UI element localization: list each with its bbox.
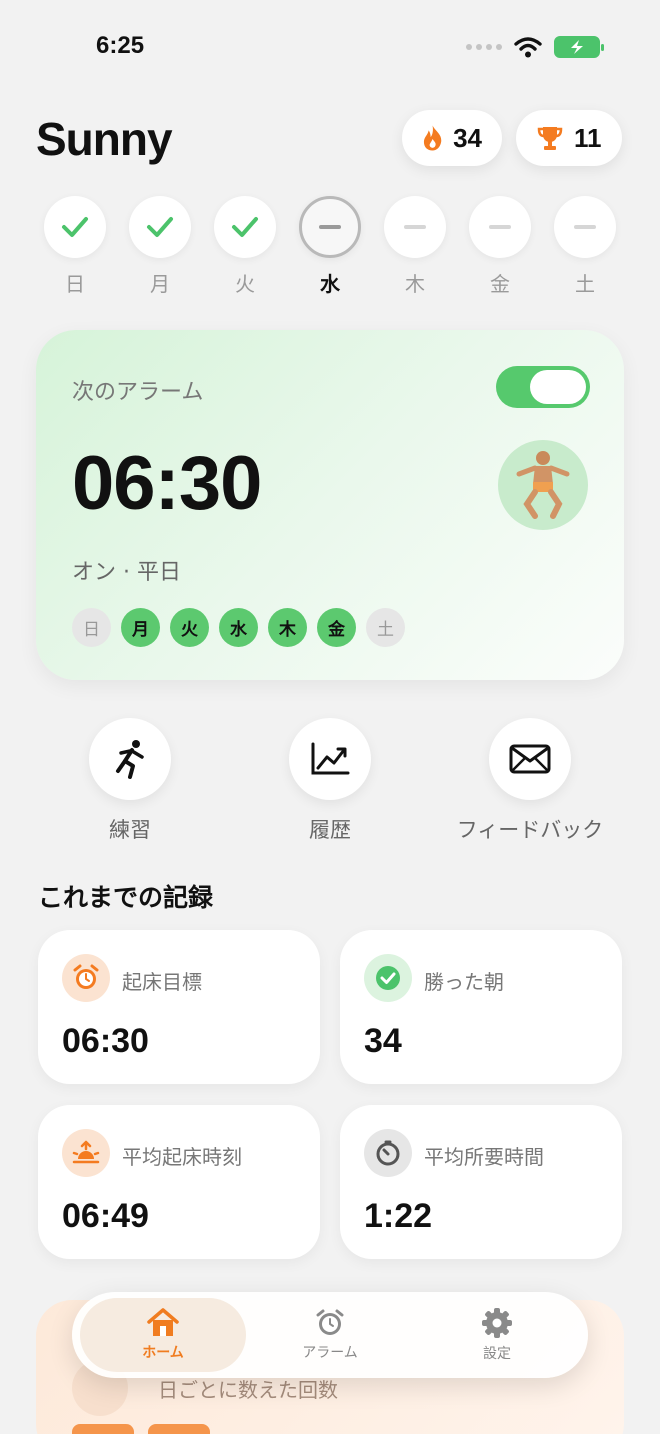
sunrise-icon [62, 1129, 110, 1177]
envelope-icon [509, 744, 551, 774]
history-label: 履歴 [309, 818, 351, 842]
check-icon [232, 217, 258, 237]
trophy-icon [537, 127, 563, 150]
alarm-clock-icon [62, 954, 110, 1002]
stat-value: 1:22 [364, 1197, 433, 1235]
alarm-day-wed: 水 [219, 608, 258, 647]
alarm-day-tue: 火 [170, 608, 209, 647]
week-day-fri[interactable]: 金 [469, 196, 531, 297]
day-label: 木 [405, 272, 425, 296]
wifi-icon [514, 37, 542, 58]
status-time: 6:25 [96, 32, 145, 59]
tab-settings[interactable]: 設定 [414, 1298, 580, 1372]
home-icon [147, 1308, 179, 1336]
battery-icon [554, 36, 604, 58]
tab-label: ホーム [142, 1345, 184, 1361]
day-label: 土 [575, 272, 595, 296]
stat-avg-duration: 平均所要時間 1:22 [340, 1105, 622, 1259]
day-label: 月 [150, 272, 170, 296]
history-button[interactable]: 履歴 [240, 718, 420, 844]
day-status [299, 196, 361, 258]
tab-home[interactable]: ホーム [80, 1298, 246, 1372]
stat-wins: 勝った朝 34 [340, 930, 622, 1084]
alarm-day-thu: 木 [268, 608, 307, 647]
dash-icon [404, 225, 426, 229]
stat-value: 06:49 [62, 1197, 149, 1235]
streak-badge[interactable]: 34 [402, 110, 502, 166]
alarm-day-mon: 月 [121, 608, 160, 647]
day-label: 日 [65, 272, 85, 296]
filter-chip[interactable] [148, 1424, 210, 1434]
squat-figure-icon [516, 451, 570, 519]
day-status [384, 196, 446, 258]
alarm-schedule: オン · 平日 [72, 560, 181, 585]
alarm-day-sun: 日 [72, 608, 111, 647]
week-day-sat[interactable]: 土 [554, 196, 616, 297]
running-icon [116, 740, 144, 779]
alarm-time: 06:30 [72, 441, 262, 526]
week-progress: 日 月 火 水 木 金 土 [44, 196, 616, 297]
alarm-toggle[interactable] [496, 366, 590, 408]
day-status [214, 196, 276, 258]
stat-value: 06:30 [62, 1022, 149, 1060]
check-circle-icon [364, 954, 412, 1002]
alarm-clock-icon [316, 1309, 344, 1335]
alarm-day-sat: 土 [366, 608, 405, 647]
check-icon [62, 217, 88, 237]
history-circle [289, 718, 371, 800]
filter-chip[interactable] [72, 1424, 134, 1434]
chart-trend-icon [311, 742, 350, 775]
stat-label: 平均所要時間 [424, 1145, 544, 1169]
tab-label: 設定 [483, 1346, 511, 1362]
dash-icon [489, 225, 511, 229]
week-day-tue[interactable]: 火 [214, 196, 276, 297]
status-icons [466, 36, 604, 58]
stat-avg-wake: 平均起床時刻 06:49 [38, 1105, 320, 1259]
gear-icon [482, 1308, 512, 1338]
signal-icon [466, 44, 502, 50]
practice-button[interactable]: 練習 [40, 718, 220, 844]
alarm-days: 日 月 火 水 木 金 土 [72, 608, 405, 647]
day-status [469, 196, 531, 258]
tab-label: アラーム [302, 1345, 358, 1361]
stat-wake-target: 起床目標 06:30 [38, 930, 320, 1084]
day-status [44, 196, 106, 258]
alarm-day-fri: 金 [317, 608, 356, 647]
day-label: 火 [235, 272, 255, 296]
feedback-label: フィードバック [456, 818, 604, 842]
week-day-sun[interactable]: 日 [44, 196, 106, 297]
practice-circle [89, 718, 171, 800]
app-title: Sunny [36, 113, 173, 165]
tab-alarm[interactable]: アラーム [247, 1298, 413, 1372]
timer-icon [364, 1129, 412, 1177]
next-alarm-card[interactable]: 次のアラーム 06:30 オン · 平日 日 月 火 水 木 金 土 [36, 330, 624, 680]
practice-label: 練習 [109, 818, 151, 842]
alarm-label: 次のアラーム [72, 380, 204, 405]
check-icon [147, 217, 173, 237]
week-day-wed[interactable]: 水 [299, 196, 361, 297]
day-label: 金 [490, 272, 510, 296]
daily-count-label: 日ごとに数えた回数 [158, 1378, 338, 1402]
stat-value: 34 [364, 1022, 402, 1060]
tab-bar: ホーム アラーム 設定 [72, 1292, 588, 1378]
toggle-knob [530, 370, 586, 404]
dash-icon [319, 225, 341, 229]
trophy-badge[interactable]: 11 [516, 110, 622, 166]
trophy-count: 11 [574, 122, 602, 153]
stat-label: 起床目標 [122, 970, 202, 994]
flame-icon [423, 125, 442, 151]
records-title: これまでの記録 [38, 883, 214, 912]
day-label: 水 [320, 272, 340, 296]
exercise-avatar [498, 440, 588, 530]
stat-label: 勝った朝 [424, 970, 504, 994]
feedback-circle [489, 718, 571, 800]
stat-label: 平均起床時刻 [122, 1145, 242, 1169]
day-status [129, 196, 191, 258]
dash-icon [574, 225, 596, 229]
day-status [554, 196, 616, 258]
week-day-mon[interactable]: 月 [129, 196, 191, 297]
week-day-thu[interactable]: 木 [384, 196, 446, 297]
streak-count: 34 [453, 122, 482, 153]
feedback-button[interactable]: フィードバック [440, 718, 620, 844]
